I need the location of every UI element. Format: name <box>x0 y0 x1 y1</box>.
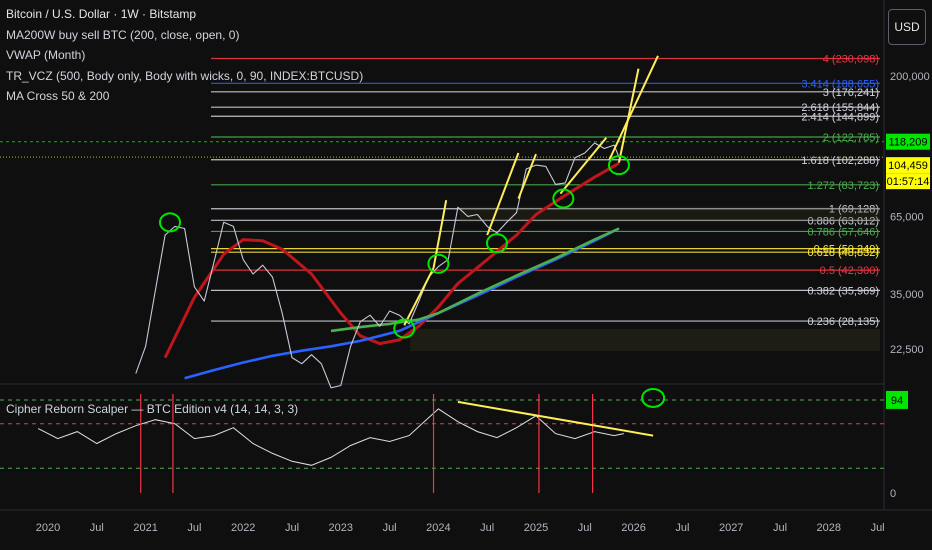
time-axis-tick: Jul <box>383 522 397 534</box>
time-axis-tick: 2023 <box>329 522 353 534</box>
time-axis-tick: 2028 <box>817 522 841 534</box>
legend: Bitcoin / U.S. Dollar · 1W · Bitstamp MA… <box>6 4 363 107</box>
time-axis-tick: Jul <box>285 522 299 534</box>
time-axis-tick: 2020 <box>36 522 60 534</box>
zone-band <box>410 329 880 352</box>
price-axis-tick: 200,000 <box>890 71 930 83</box>
oscillator-title[interactable]: Cipher Reborn Scalper — BTC Edition v4 (… <box>6 402 298 416</box>
indicator-vwap[interactable]: VWAP (Month) <box>6 45 363 66</box>
price-axis-tick: 35,000 <box>890 289 924 301</box>
fib-level-label: 0.382 (35,969) <box>807 285 879 297</box>
currency-button[interactable]: USD <box>888 9 926 45</box>
indicator-ma-cross[interactable]: MA Cross 50 & 200 <box>6 86 363 107</box>
time-axis-tick: Jul <box>871 522 885 534</box>
zone-band <box>460 206 880 223</box>
fib-level-label: 1.272 (83,723) <box>807 180 879 192</box>
time-axis-tick: 2024 <box>426 522 450 534</box>
osc-axis-zero: 0 <box>890 488 896 500</box>
price-badge: 104,459 <box>888 160 928 172</box>
time-axis-tick: 2025 <box>524 522 548 534</box>
fib-level-label: 0.786 (57,646) <box>807 226 879 238</box>
fib-level-label: 4 (230,098) <box>823 53 879 65</box>
time-axis-tick: 2027 <box>719 522 743 534</box>
fib-level-label: 2.414 (144,899) <box>801 111 879 123</box>
price-badge: 01:57:14 <box>887 176 930 188</box>
price-badge: 118,209 <box>889 137 928 149</box>
time-axis-tick: Jul <box>480 522 494 534</box>
time-axis-tick: Jul <box>675 522 689 534</box>
time-axis-tick: Jul <box>90 522 104 534</box>
fib-level-label: 0.5 (42,300) <box>820 265 879 277</box>
fib-level-label: 0.618 (48,832) <box>807 247 879 259</box>
fib-level-label: 1.618 (102,288) <box>801 155 879 167</box>
fib-level-label: 0.236 (28,135) <box>807 316 879 328</box>
indicator-tr-vcz[interactable]: TR_VCZ (500, Body only, Body with wicks,… <box>6 66 363 87</box>
time-axis-tick: Jul <box>578 522 592 534</box>
chart-title: Bitcoin / U.S. Dollar · 1W · Bitstamp <box>6 7 197 21</box>
time-axis-tick: 2026 <box>621 522 645 534</box>
time-axis-tick: 2022 <box>231 522 255 534</box>
price-axis-tick: 65,000 <box>890 211 924 223</box>
time-axis-tick: 2021 <box>133 522 157 534</box>
price-axis-tick: 22,500 <box>890 344 924 356</box>
osc-value-badge: 94 <box>891 395 903 407</box>
fib-level-label: 3 (176,241) <box>823 87 879 99</box>
fib-level-label: 2 (122,785) <box>823 132 879 144</box>
indicator-ma200w[interactable]: MA200W buy sell BTC (200, close, open, 0… <box>6 25 363 46</box>
time-axis-tick: Jul <box>187 522 201 534</box>
time-axis-tick: Jul <box>773 522 787 534</box>
